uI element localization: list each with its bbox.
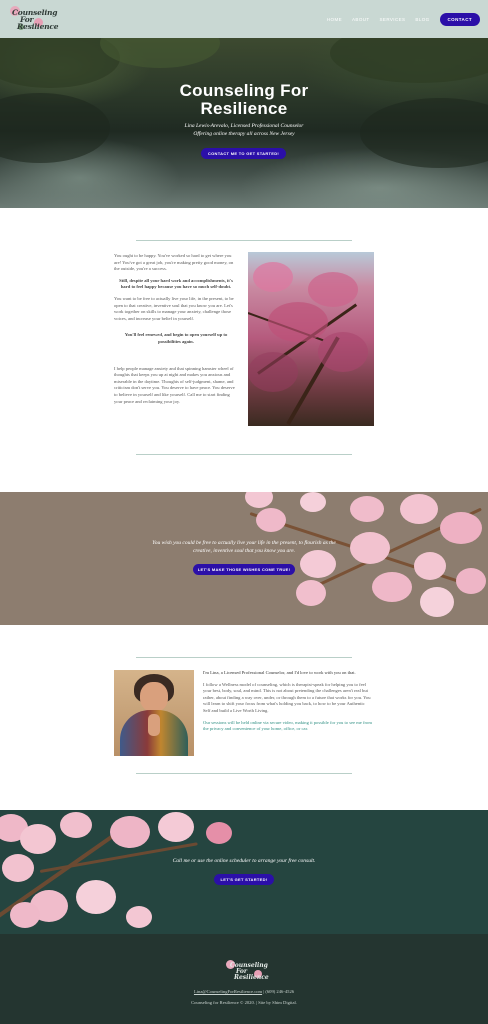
footer-logo[interactable]: Counseling For Resilience — [226, 960, 269, 982]
consult-cta-button[interactable]: LET'S GET STARTED! — [214, 874, 274, 885]
blossom-decoration — [400, 494, 438, 524]
about-paragraph: I follow a Wellness model of counseling,… — [203, 681, 371, 713]
blossom-decoration — [10, 902, 40, 928]
footer-logo-text: Counseling For Resilience — [230, 962, 269, 981]
intro-highlight: You'll feel renewed, and begin to open y… — [124, 332, 228, 344]
hero-foliage — [330, 38, 488, 83]
divider — [136, 657, 352, 658]
blossom-decoration — [158, 812, 194, 842]
intro-paragraph: You ought to be happy. You've worked so … — [114, 253, 234, 272]
site-logo[interactable]: Counseling For Resilience — [8, 4, 59, 34]
nav-about[interactable]: ABOUT — [352, 17, 370, 22]
wish-banner: You wish you could be free to actually l… — [0, 492, 488, 625]
hero-subtitle: Lina Lewis-Arevalo, Licensed Professiona… — [184, 123, 304, 137]
blossom-decoration — [350, 496, 384, 522]
counselor-portrait — [114, 670, 194, 756]
blossom-decoration — [456, 568, 486, 594]
hero-cta-button[interactable]: CONTACT ME TO GET STARTED! — [201, 148, 286, 159]
blossom-decoration — [300, 492, 326, 512]
nav-contact-button[interactable]: CONTACT — [439, 12, 480, 26]
blossom-decoration — [60, 812, 92, 838]
photo-blossom — [318, 332, 368, 372]
site-header: Counseling For Resilience HOME ABOUT SER… — [0, 0, 488, 38]
hero-title: Counseling For Resilience — [179, 81, 309, 118]
footer-email-link[interactable]: Lina@CounselingForResilience.com — [194, 989, 262, 994]
blossom-decoration — [372, 572, 412, 602]
about-sessions-paragraph: Our sessions will be held online via sec… — [203, 719, 372, 732]
divider — [136, 773, 352, 774]
blossom-decoration — [206, 822, 232, 844]
main-nav: HOME ABOUT SERVICES BLOG CONTACT — [327, 12, 480, 26]
blossom-decoration — [245, 492, 273, 508]
photo-blossom — [253, 262, 293, 292]
wish-text: You wish you could be free to actually l… — [152, 540, 336, 554]
intro-text: You ought to be happy. You've worked so … — [114, 253, 238, 410]
blossom-decoration — [420, 587, 454, 617]
footer-contact: Lina@CounselingForResilience.com | (609)… — [193, 989, 295, 994]
intro-paragraph: I help people manage anxiety and that sp… — [114, 365, 235, 404]
blossom-decoration — [256, 508, 286, 532]
blossom-decoration — [440, 512, 482, 544]
about-text: I'm Lina, a Licensed Professional Counse… — [203, 670, 373, 738]
blossom-decoration — [296, 580, 326, 606]
footer-copyright: Counseling for Resilience © 2020. | Site… — [191, 1000, 297, 1005]
consult-banner: Call me or use the online scheduler to a… — [0, 810, 488, 934]
blossom-decoration — [126, 906, 152, 928]
hero-section: Counseling For Resilience Lina Lewis-Are… — [0, 38, 488, 208]
intro-highlight: Still, despite all your hard work and ac… — [119, 277, 233, 290]
nav-blog[interactable]: BLOG — [415, 17, 429, 22]
about-lead: I'm Lina, a Licensed Professional Counse… — [203, 670, 356, 675]
blossom-decoration — [2, 854, 34, 882]
consult-text: Call me or use the online scheduler to a… — [172, 858, 316, 864]
cherry-blossom-photo — [248, 252, 374, 426]
blossom-decoration — [76, 880, 116, 914]
wish-cta-button[interactable]: LET'S MAKE THOSE WISHES COME TRUE! — [193, 564, 295, 575]
footer-phone[interactable]: (609) 246-4526 — [265, 989, 294, 994]
divider — [136, 240, 352, 241]
blossom-decoration — [414, 552, 446, 580]
nav-home[interactable]: HOME — [327, 17, 342, 22]
photo-blossom — [248, 352, 298, 392]
photo-blossom — [308, 272, 358, 307]
photo-blossom — [268, 302, 328, 342]
logo-text: Counseling For Resilience — [12, 8, 59, 31]
nav-services[interactable]: SERVICES — [380, 17, 406, 22]
divider — [136, 454, 352, 455]
blossom-decoration — [20, 824, 56, 854]
blossom-decoration — [110, 816, 150, 848]
portrait-face — [140, 682, 168, 712]
portrait-hands — [148, 714, 160, 736]
intro-paragraph: You want to be free to actually live you… — [114, 295, 234, 321]
